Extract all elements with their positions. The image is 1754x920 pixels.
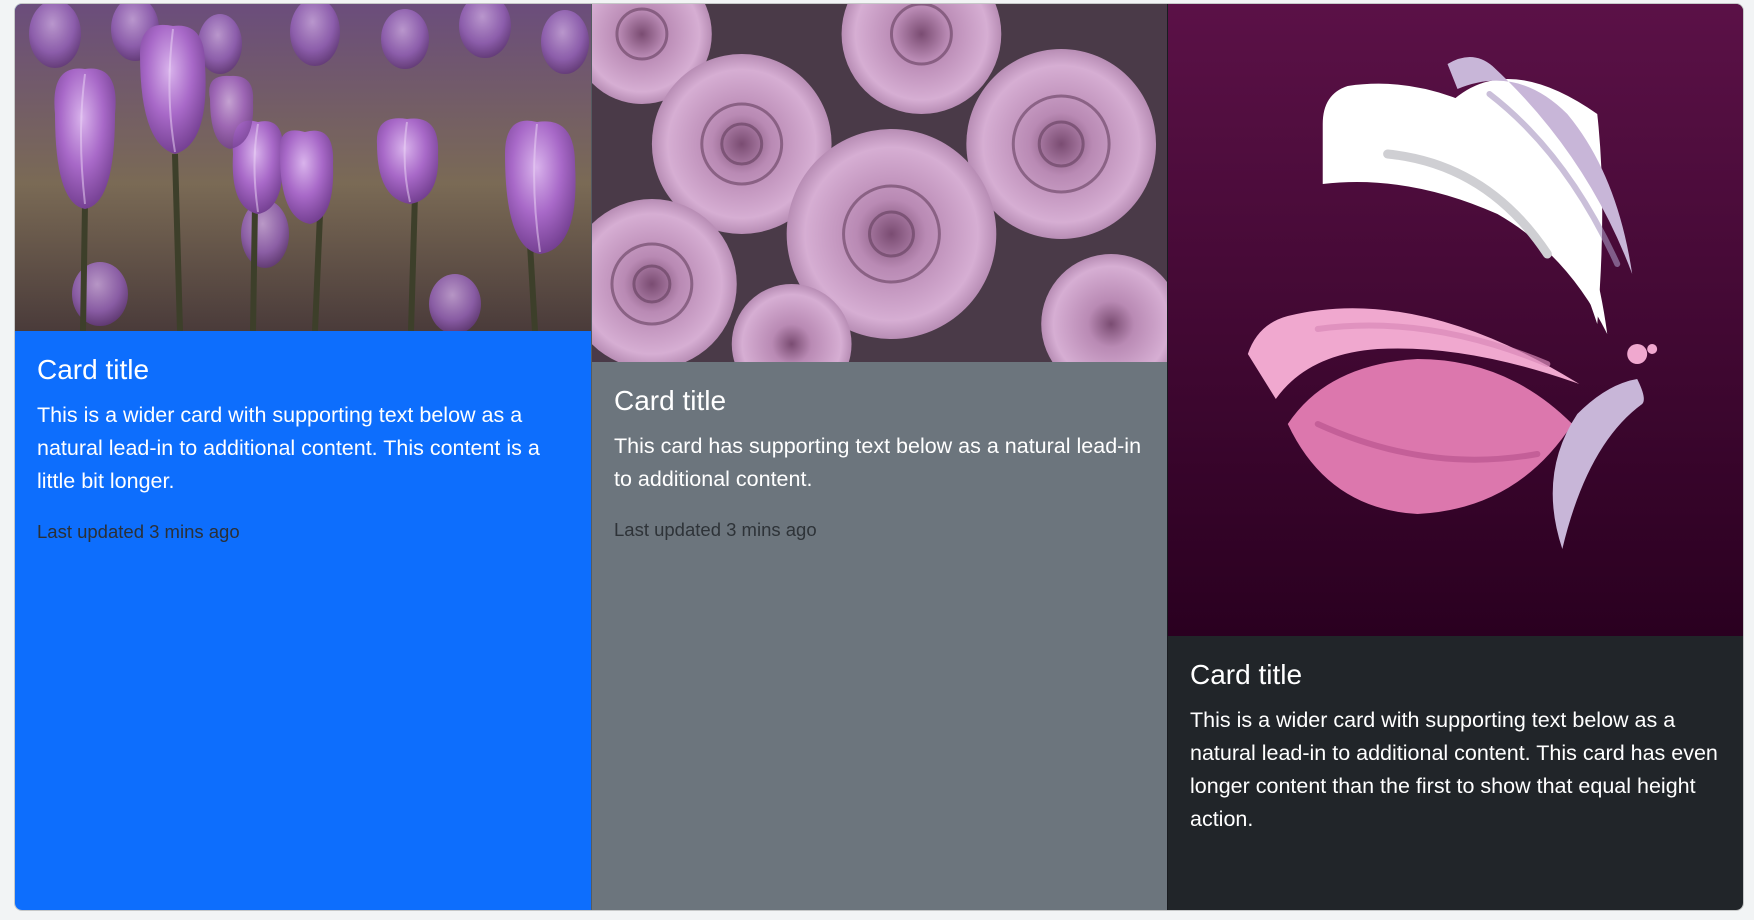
last-updated-text: Last updated 3 mins ago bbox=[37, 520, 240, 542]
card-title: Card title bbox=[37, 354, 150, 385]
card-dark: Card title This is a wider card with sup… bbox=[1167, 4, 1743, 910]
card-text: This is a wider card with supporting tex… bbox=[1190, 707, 1718, 831]
last-updated-text: Last updated 3 mins ago bbox=[614, 518, 817, 540]
card-text: This is a wider card with supporting tex… bbox=[37, 402, 540, 493]
card-body: Card title This is a wider card with sup… bbox=[1168, 636, 1743, 836]
card-body: Card title This card has supporting text… bbox=[592, 362, 1167, 544]
card-text: This card has supporting text below as a… bbox=[614, 433, 1142, 491]
card-title: Card title bbox=[614, 385, 727, 416]
card-body: Card title This is a wider card with sup… bbox=[15, 331, 591, 546]
card-title: Card title bbox=[1190, 659, 1303, 690]
tulips-image bbox=[15, 4, 591, 331]
card-primary: Card title This is a wider card with sup… bbox=[15, 4, 591, 910]
card-group: Card title This is a wider card with sup… bbox=[15, 4, 1743, 910]
card-secondary: Card title This card has supporting text… bbox=[591, 4, 1167, 910]
roses-image bbox=[592, 4, 1167, 362]
butterfly-logo-image bbox=[1168, 4, 1743, 636]
